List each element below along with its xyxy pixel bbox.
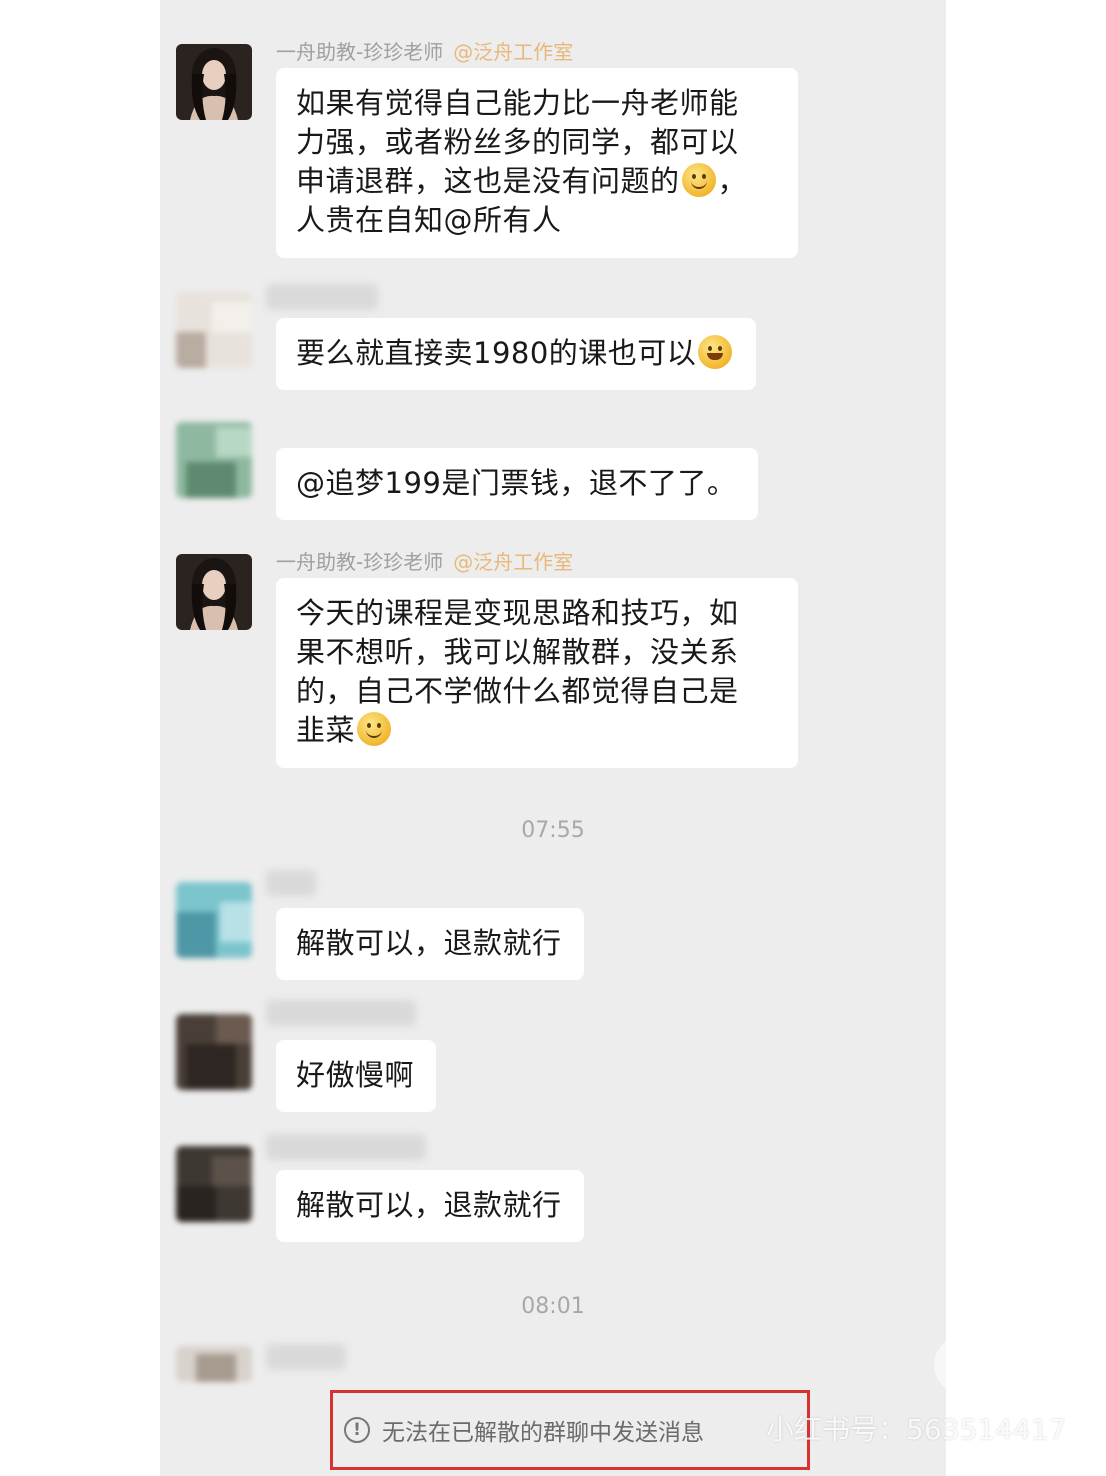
timestamp: 07:55 [521,818,585,843]
sender-name-blurred [266,1000,416,1026]
avatar-blurred[interactable] [176,882,252,958]
avatar-blurred[interactable] [176,292,252,368]
message-bubble[interactable]: @追梦199是门票钱，退不了了。 [276,448,759,520]
sender-name-blurred [266,870,316,896]
message-line: 的，自己不学做什么都觉得自己是 [296,674,739,708]
xiaohongshu-logo-watermark: 小红书 [934,1336,1054,1394]
sender-name: 一舟助教-珍珍老师 @泛舟工作室 [276,550,574,574]
watermark-id-text: 小红书号：563514417 [766,1413,1067,1446]
laugh-cry-emoji [698,335,733,369]
message-bubble[interactable]: 要么就直接卖1980的课也可以 [276,318,757,390]
message-line: 力强，或者粉丝多的同学，都可以 [296,125,739,159]
message-bubble[interactable]: 如果有觉得自己能力比一舟老师能 力强，或者粉丝多的同学，都可以 申请退群，这也是… [276,68,798,258]
avatar-teacher[interactable] [176,554,252,630]
message-bubble[interactable]: 今天的课程是变现思路和技巧，如 果不想听，我可以解散群，没关系 的，自己不学做什… [276,578,798,768]
avatar-blurred[interactable] [176,422,252,498]
message-text: 解散可以，退款就行 [296,1188,562,1222]
smile-emoji [357,712,392,746]
message-text: 要么就直接卖1980的课也可以 [296,336,697,370]
message-line: 申请退群，这也是没有问题的， [296,163,748,198]
group-disbanded-notice: ! 无法在已解散的群聊中发送消息 [344,1410,704,1450]
message-line: 韭菜 [296,711,778,750]
sender-name-blurred [266,1344,346,1370]
message-line: 如果有觉得自己能力比一舟老师能 [296,86,739,120]
message-bubble[interactable]: 解散可以，退款就行 [276,908,584,980]
message-bubble[interactable]: 好傲慢啊 [276,1040,437,1112]
avatar-blurred[interactable] [176,1346,252,1382]
message-line: 果不想听，我可以解散群，没关系 [296,635,739,669]
message-text: 好傲慢啊 [296,1058,415,1092]
avatar-teacher[interactable] [176,44,252,120]
avatar-blurred[interactable] [176,1014,252,1090]
notice-text: 无法在已解散的群聊中发送消息 [382,1420,704,1446]
timestamp: 08:01 [521,1294,585,1319]
smile-emoji [681,163,716,197]
sender-name-blurred [266,1134,426,1160]
message-text: @追梦199是门票钱，退不了了。 [296,466,737,500]
message-line: 人贵在自知@所有人 [296,203,562,237]
message-text: 解散可以，退款就行 [296,926,562,960]
avatar-blurred[interactable] [176,1146,252,1222]
message-line: 今天的课程是变现思路和技巧，如 [296,596,739,630]
sender-name: 一舟助教-珍珍老师 @泛舟工作室 [276,40,574,64]
chat-window: 一舟助教-珍珍老师 @泛舟工作室 如果有觉得自己能力比一舟老师能 力强，或者粉丝多… [160,0,946,1476]
sender-name-blurred [266,284,378,310]
warning-circle-icon: ! [344,1417,370,1443]
message-bubble[interactable]: 解散可以，退款就行 [276,1170,584,1242]
